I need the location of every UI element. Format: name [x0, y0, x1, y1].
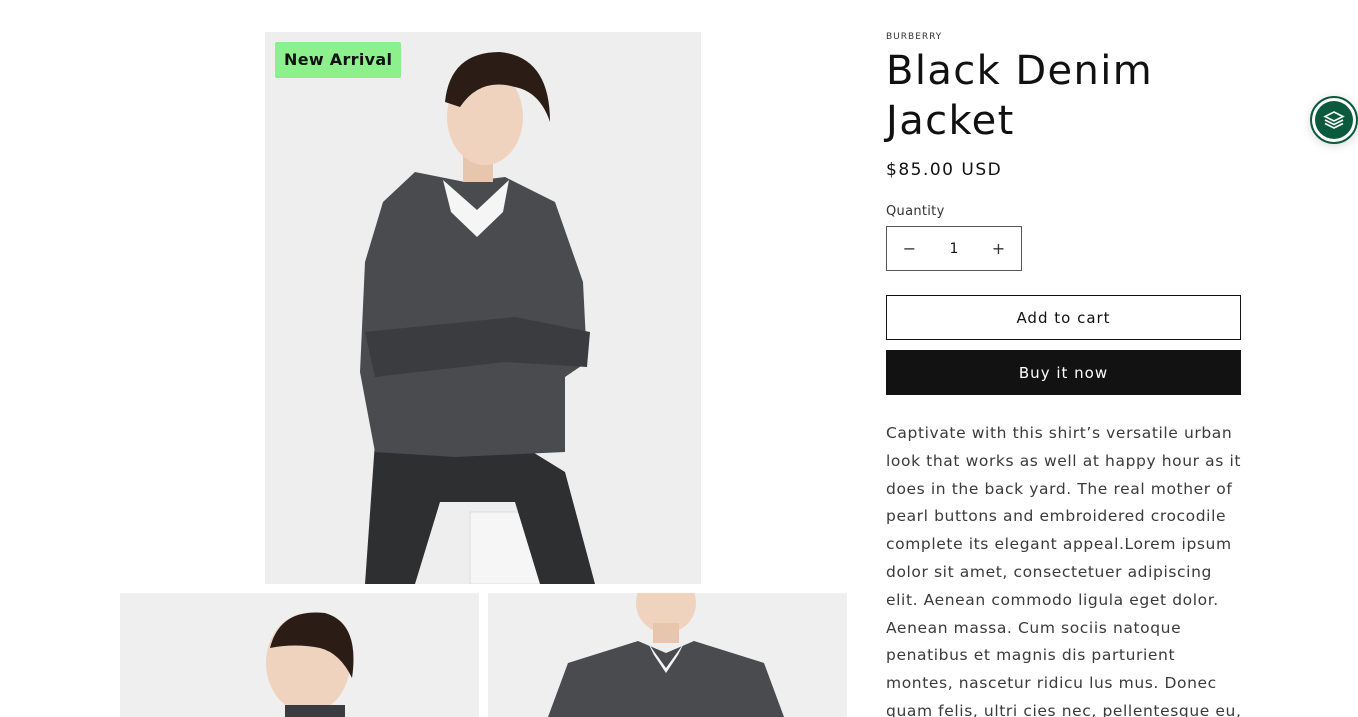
product-title: Black Denim Jacket	[886, 48, 1154, 144]
product-page: New Arrival BURBERRY Black Denim Jacket …	[0, 0, 1358, 717]
model-side-photo	[120, 593, 479, 717]
product-info: BURBERRY Black Denim Jacket $85.00 USD Q…	[886, 30, 1246, 717]
product-vendor: BURBERRY	[886, 32, 943, 42]
model-front-photo	[488, 593, 847, 717]
buy-it-now-button[interactable]: Buy it now	[886, 350, 1241, 395]
model-photo	[265, 32, 701, 584]
product-price: $85.00 USD	[886, 160, 1003, 180]
new-arrival-badge: New Arrival	[275, 42, 402, 78]
box-stack-icon	[1315, 101, 1353, 139]
gallery-thumbnail-side[interactable]	[120, 593, 479, 717]
main-product-image[interactable]: New Arrival	[265, 32, 701, 584]
quantity-stepper: − +	[886, 226, 1022, 271]
gallery-thumbnail-front[interactable]	[488, 593, 847, 717]
floating-widget-button[interactable]	[1310, 96, 1358, 144]
add-to-cart-button[interactable]: Add to cart	[886, 295, 1241, 340]
quantity-increase-button[interactable]: +	[976, 227, 1021, 270]
quantity-label: Quantity	[886, 204, 945, 219]
quantity-decrease-button[interactable]: −	[887, 227, 932, 270]
quantity-input[interactable]	[932, 227, 976, 270]
product-description: Captivate with this shirt’s versatile ur…	[886, 424, 1242, 717]
